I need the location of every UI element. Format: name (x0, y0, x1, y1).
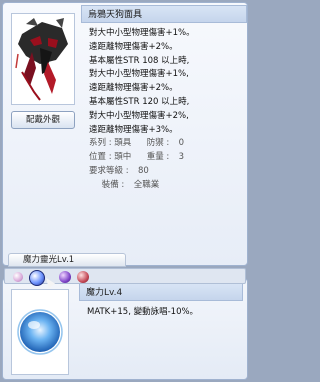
stat-row-type: 系列 : 頭具 防禦 : 0 (89, 137, 247, 151)
stat-row-equip: 裝備 : 全職業 (89, 179, 247, 193)
defense-label: 防禦 : (146, 138, 170, 149)
desc-line: 對大中小型物理傷害+1%, (89, 69, 189, 80)
slot-star-orb[interactable] (29, 270, 45, 286)
card-image (11, 289, 69, 375)
slot-purple-orb[interactable] (59, 271, 71, 283)
item-image (11, 13, 75, 105)
weight-label: 重量 : (146, 152, 170, 163)
desc-line: 遠距離物理傷害+3%。 (89, 124, 178, 135)
weight-value: 3 (178, 152, 185, 163)
stat-row-level: 要求等級 : 80 (89, 165, 247, 179)
equip-value: 全職業 (133, 179, 160, 190)
equip-label: 裝備 : (101, 179, 125, 190)
desc-line: 基本屬性STR 120 以上時, (89, 96, 190, 107)
level-label: 要求等級 : (89, 165, 129, 176)
desc-line: 遠距離物理傷害+2%。 (89, 83, 178, 94)
card-slot-bar (4, 268, 246, 289)
slot-red-orb[interactable] (77, 271, 89, 283)
desc-line: 基本屬性STR 108 以上時, (89, 55, 190, 66)
defense-value: 0 (178, 138, 185, 149)
card-description: MATK+15, 變動詠唱-10%。 (87, 307, 199, 317)
level-value: 80 (137, 165, 149, 176)
desc-line: 對大中小型物理傷害+2%, (89, 110, 189, 121)
card-info-panel: 魔力Lv.4 MATK+15, 變動詠唱-10%。 (2, 278, 248, 380)
item-info-panel: 烏鴉天狗面具 配戴外觀 對大中小型物理傷害+1%。 遠距離物理傷害+2%。 基本… (2, 2, 248, 266)
wear-appearance-button[interactable]: 配戴外觀 (11, 111, 75, 129)
stat-row-position: 位置 : 頭中 重量 : 3 (89, 151, 247, 165)
slot-pink-orb[interactable] (13, 272, 23, 282)
type-label: 系列 : 頭具 (89, 138, 132, 149)
mask-image (12, 14, 74, 104)
tab-enchant[interactable]: 魔力靈光Lv.1 (8, 253, 126, 267)
position-label: 位置 : 頭中 (89, 152, 132, 163)
item-description: 對大中小型物理傷害+1%。 遠距離物理傷害+2%。 基本屬性STR 108 以上… (89, 27, 247, 193)
item-name: 烏鴉天狗面具 (81, 5, 247, 23)
magic-orb-image (12, 290, 68, 374)
desc-line: 對大中小型物理傷害+1%。 (89, 28, 195, 38)
desc-line: 遠距離物理傷害+2%。 (89, 41, 178, 52)
card-name: 魔力Lv.4 (79, 283, 243, 301)
